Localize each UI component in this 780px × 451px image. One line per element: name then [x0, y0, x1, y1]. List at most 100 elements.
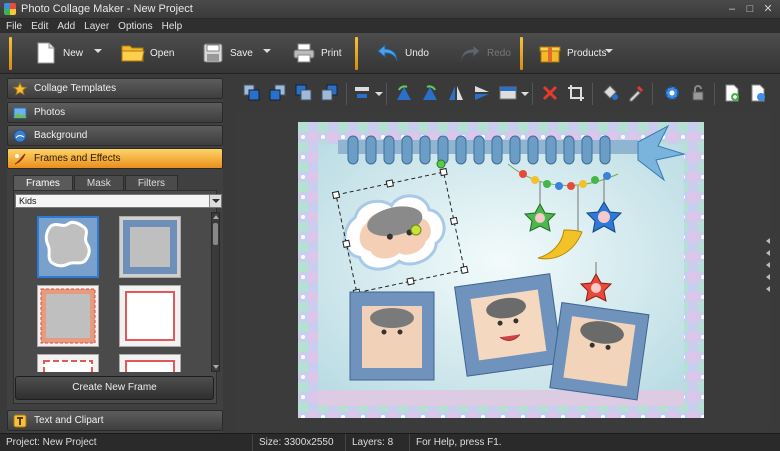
- edit-toolbar-separator: [346, 83, 347, 105]
- send-backward-icon[interactable]: [292, 81, 316, 105]
- products-button[interactable]: Products: [538, 38, 606, 68]
- toolbar-separator: [355, 37, 358, 70]
- lock-icon[interactable]: [686, 81, 710, 105]
- create-new-frame-button[interactable]: Create New Frame: [15, 376, 214, 400]
- save-label: Save: [230, 47, 253, 59]
- save-disk-icon: [201, 41, 225, 65]
- section-label: Text and Clipart: [34, 415, 104, 426]
- main-toolbar: New Open Save Print Undo Redo Products: [0, 33, 780, 74]
- tab-filters[interactable]: Filters: [124, 175, 179, 190]
- scroll-thumb[interactable]: [213, 223, 218, 245]
- undo-button[interactable]: Undo: [376, 38, 429, 68]
- frames-subtabs: Frames Mask Filters: [13, 175, 179, 190]
- open-label: Open: [150, 47, 175, 59]
- chevron-left-icon[interactable]: [766, 286, 770, 292]
- redo-label: Redo: [487, 47, 511, 59]
- menu-layer[interactable]: Layer: [84, 21, 109, 32]
- frame-thumbnail[interactable]: [119, 354, 181, 372]
- add-page-icon[interactable]: [720, 81, 744, 105]
- menu-options[interactable]: Options: [118, 21, 152, 32]
- frame-category-value: Kids: [19, 196, 37, 206]
- frame-category-select[interactable]: Kids: [15, 194, 222, 208]
- gear-icon[interactable]: [660, 81, 684, 105]
- products-label: Products: [567, 47, 607, 59]
- toolbar-separator: [9, 37, 12, 70]
- send-to-back-icon[interactable]: [318, 81, 342, 105]
- menu-file[interactable]: File: [6, 21, 22, 32]
- gift-box-icon: [538, 41, 562, 65]
- chevron-down-icon[interactable]: [209, 195, 221, 207]
- title-bar: Photo Collage Maker - New Project – □ ✕: [0, 0, 780, 19]
- frame-list-scrollbar[interactable]: [211, 212, 220, 372]
- flip-vertical-icon[interactable]: [470, 81, 494, 105]
- rotate-right-icon[interactable]: [418, 81, 442, 105]
- bring-forward-icon[interactable]: [266, 81, 290, 105]
- status-size: Size: 3300x2550: [253, 433, 346, 451]
- section-text-and-clipart[interactable]: Text and Clipart: [7, 410, 223, 431]
- menu-add[interactable]: Add: [57, 21, 75, 32]
- section-collage-templates[interactable]: Collage Templates: [7, 78, 223, 99]
- page-settings-icon[interactable]: [746, 81, 770, 105]
- close-button[interactable]: ✕: [760, 1, 776, 17]
- align-icon[interactable]: [350, 81, 374, 105]
- scroll-up-icon[interactable]: [213, 215, 219, 219]
- section-photos[interactable]: Photos: [7, 102, 223, 123]
- frame-thumbnail[interactable]: [37, 216, 99, 278]
- eyedropper-icon[interactable]: [624, 81, 648, 105]
- chevron-left-icon[interactable]: [766, 274, 770, 280]
- scroll-down-icon[interactable]: [213, 365, 219, 369]
- tab-frames[interactable]: Frames: [13, 175, 73, 190]
- folder-icon: [121, 41, 145, 65]
- edit-toolbar-separator: [532, 83, 533, 105]
- tab-mask[interactable]: Mask: [73, 175, 124, 190]
- section-frames-and-effects[interactable]: Frames and Effects: [7, 148, 223, 169]
- align-dropdown-icon[interactable]: [375, 92, 383, 96]
- frame-thumbnail[interactable]: [37, 354, 99, 372]
- chevron-left-icon[interactable]: [766, 238, 770, 244]
- frame-thumbnail[interactable]: [119, 216, 181, 278]
- menu-bar: File Edit Add Layer Options Help: [0, 19, 780, 33]
- menu-help[interactable]: Help: [162, 21, 183, 32]
- frame-thumbnail[interactable]: [119, 285, 181, 347]
- size-icon[interactable]: [496, 81, 520, 105]
- crop-icon[interactable]: [564, 81, 588, 105]
- status-help: For Help, press F1.: [416, 436, 502, 448]
- chevron-left-icon[interactable]: [766, 250, 770, 256]
- size-dropdown-icon[interactable]: [521, 92, 529, 96]
- frame-thumbnail[interactable]: [37, 285, 99, 347]
- collage-canvas[interactable]: [298, 122, 704, 418]
- delete-icon[interactable]: [538, 81, 562, 105]
- photos-icon: [12, 105, 28, 121]
- new-dropdown-icon[interactable]: [94, 49, 102, 53]
- minimize-button[interactable]: –: [724, 1, 740, 17]
- redo-arrow-icon: [458, 41, 482, 65]
- frames-effects-icon: [12, 151, 28, 167]
- status-bar: Project: New Project Size: 3300x2550 Lay…: [0, 433, 780, 451]
- section-label: Frames and Effects: [34, 153, 121, 164]
- menu-edit[interactable]: Edit: [31, 21, 48, 32]
- chevron-left-icon[interactable]: [766, 262, 770, 268]
- status-layers: Layers: 8: [346, 433, 410, 451]
- print-button[interactable]: Print: [292, 38, 342, 68]
- star-icon: [12, 81, 28, 97]
- new-button[interactable]: New: [34, 38, 83, 68]
- maximize-button[interactable]: □: [742, 1, 758, 17]
- section-label: Collage Templates: [34, 83, 117, 94]
- toolbar-separator: [520, 37, 523, 70]
- fill-color-icon[interactable]: [598, 81, 622, 105]
- rotate-left-icon[interactable]: [392, 81, 416, 105]
- save-dropdown-icon[interactable]: [263, 49, 271, 53]
- text-icon: [12, 413, 28, 429]
- open-button[interactable]: Open: [121, 38, 174, 68]
- flip-horizontal-icon[interactable]: [444, 81, 468, 105]
- panel-collapse-arrows[interactable]: [766, 238, 774, 298]
- save-button[interactable]: Save: [201, 38, 253, 68]
- print-label: Print: [321, 47, 342, 59]
- edit-toolbar-separator: [714, 83, 715, 105]
- undo-label: Undo: [405, 47, 429, 59]
- background-icon: [12, 128, 28, 144]
- section-background[interactable]: Background: [7, 125, 223, 146]
- redo-button[interactable]: Redo: [458, 38, 511, 68]
- products-dropdown-icon[interactable]: [605, 49, 613, 53]
- bring-to-front-icon[interactable]: [240, 81, 264, 105]
